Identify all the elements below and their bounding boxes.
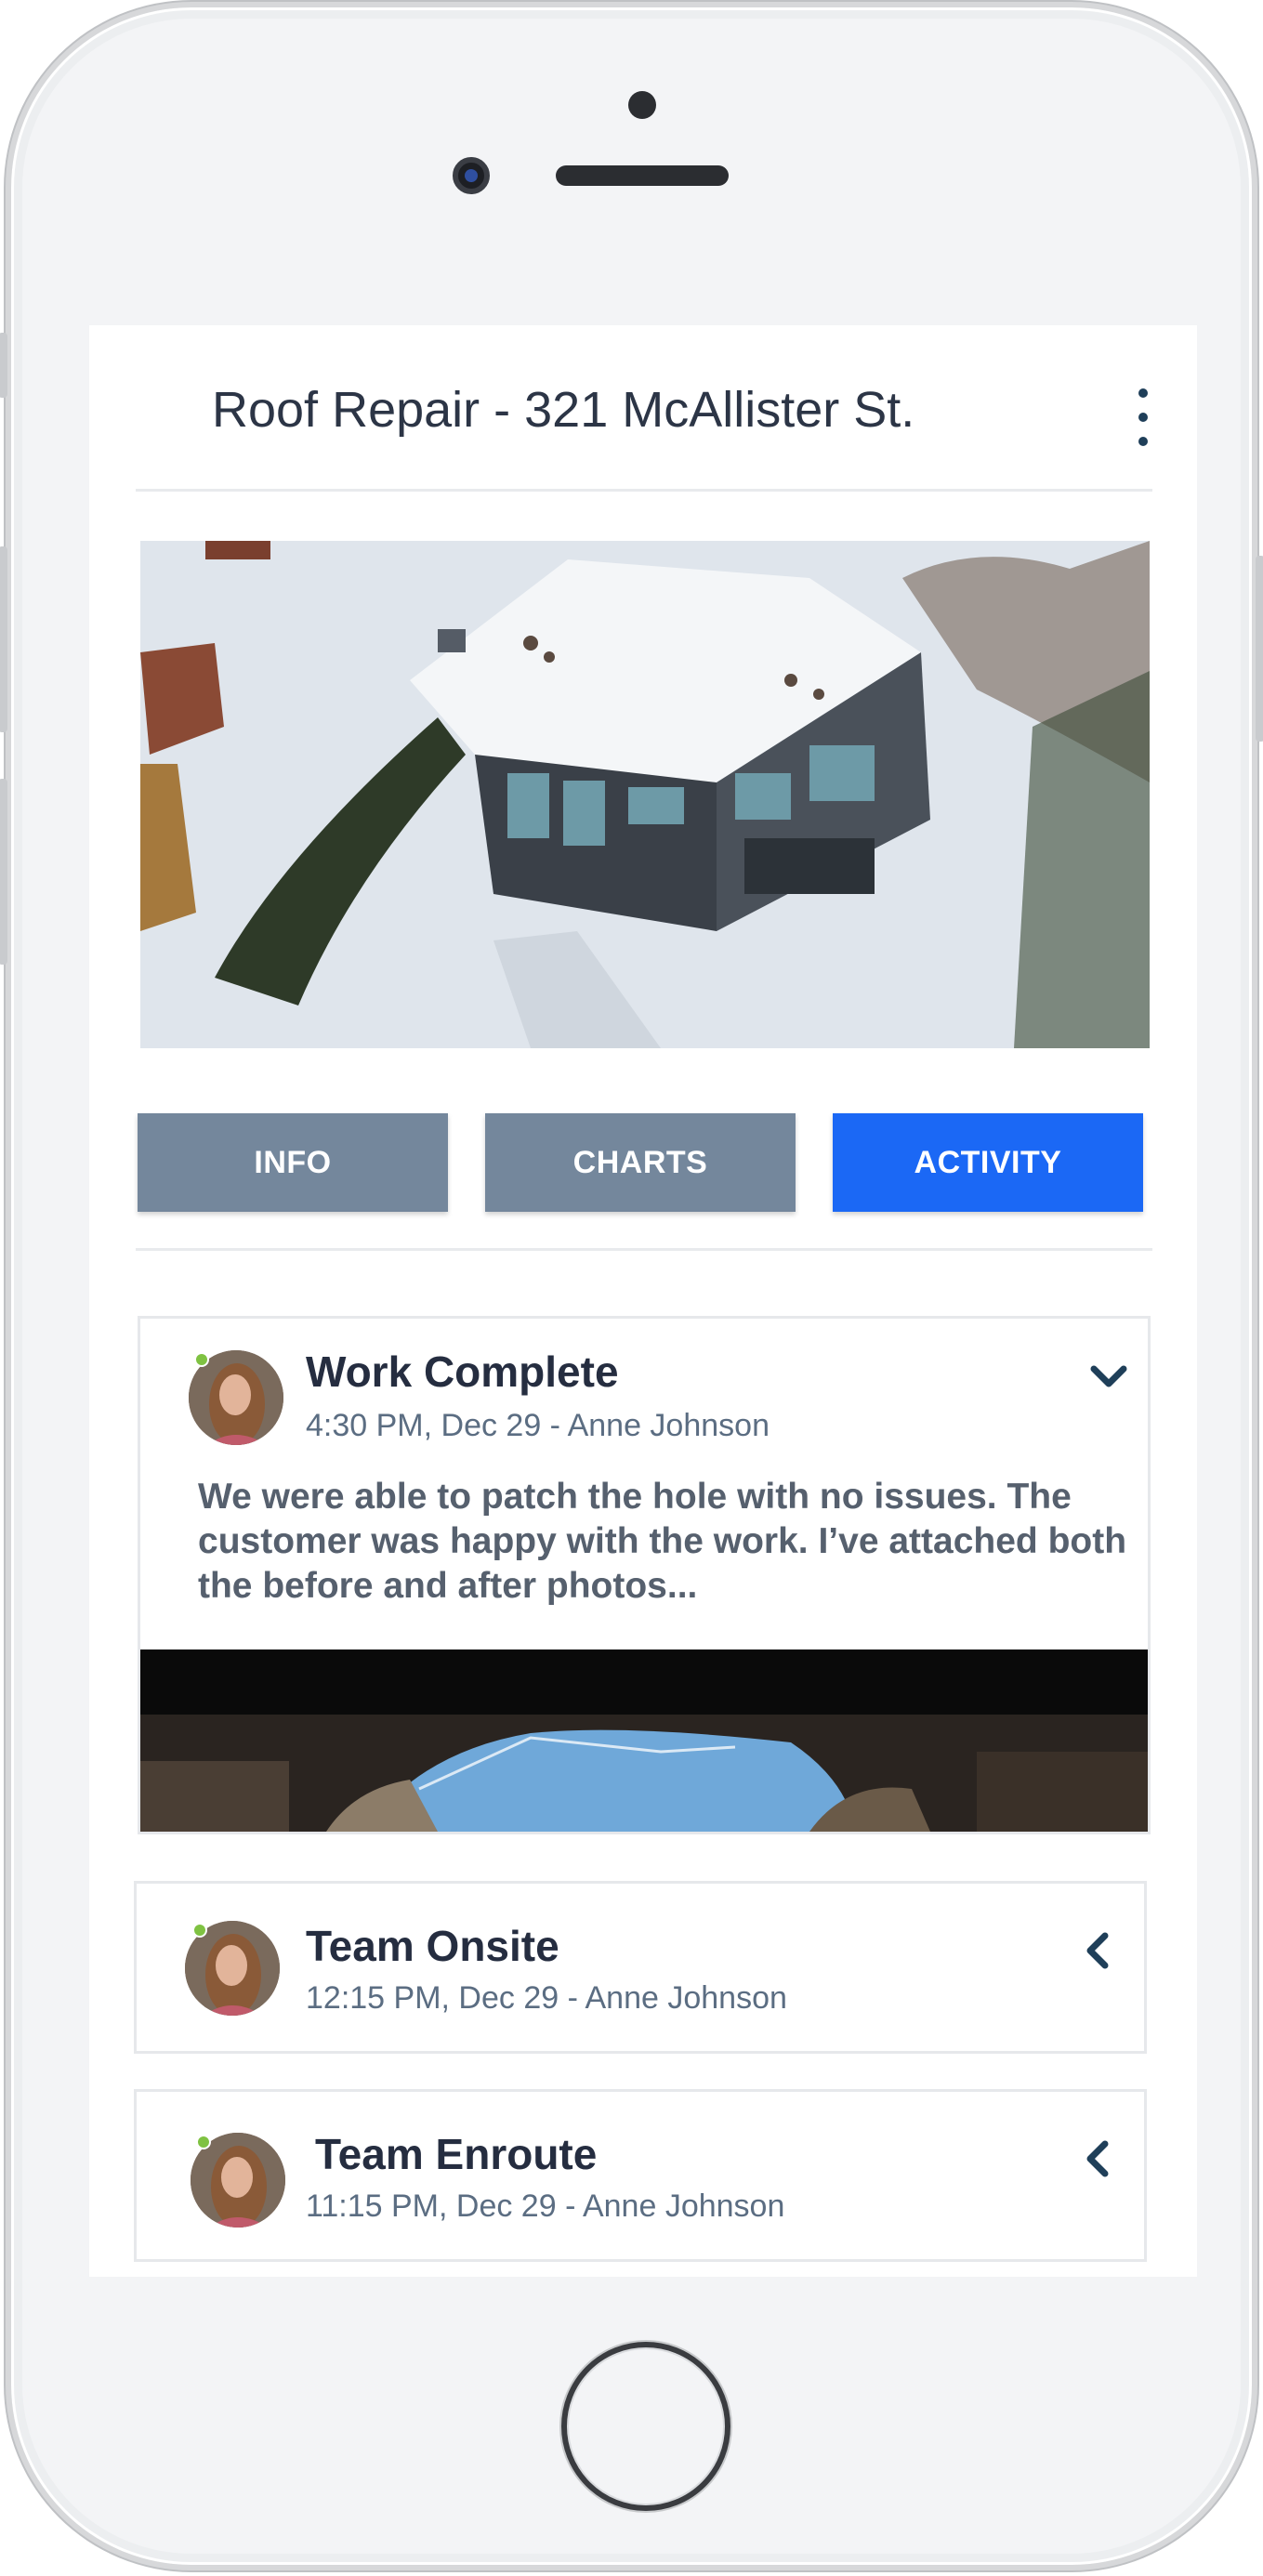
tab-bar: INFO CHARTS ACTIVITY: [138, 1113, 1154, 1212]
property-photo: [140, 541, 1150, 1048]
volume-up-button: [0, 546, 7, 732]
tab-charts[interactable]: CHARTS: [485, 1113, 796, 1212]
chevron-left-icon[interactable]: [1077, 2136, 1122, 2181]
earpiece-speaker: [556, 165, 729, 186]
tab-info[interactable]: INFO: [138, 1113, 448, 1212]
app-screen: Roof Repair - 321 McAllister St. INFO CH…: [89, 325, 1197, 2277]
snowy-house-image: [140, 541, 1150, 1048]
status-online-dot: [194, 1352, 209, 1367]
activity-title: Work Complete: [306, 1347, 619, 1396]
activity-body: We were able to patch the hole with no i…: [198, 1477, 1127, 1606]
activity-title: Team Enroute: [315, 2130, 598, 2178]
phone-frame: Roof Repair - 321 McAllister St. INFO CH…: [0, 2, 1263, 2570]
activity-meta: 11:15 PM, Dec 29 - Anne Johnson: [306, 2188, 785, 2224]
home-button[interactable]: [561, 2342, 730, 2511]
mute-switch: [0, 333, 7, 398]
tabs-divider: [136, 1248, 1152, 1251]
status-online-dot: [196, 2135, 211, 2149]
activity-meta: 12:15 PM, Dec 29 - Anne Johnson: [306, 1980, 787, 2016]
activity-card-team-onsite[interactable]: Team Onsite 12:15 PM, Dec 29 - Anne John…: [134, 1881, 1147, 2054]
tab-activity[interactable]: ACTIVITY: [833, 1113, 1143, 1212]
front-camera-icon: [453, 157, 490, 194]
roof-hole-image: [140, 1649, 1148, 1832]
status-online-dot: [192, 1923, 207, 1938]
proximity-sensor: [628, 91, 656, 119]
volume-down-button: [0, 779, 7, 965]
attached-photo[interactable]: [140, 1649, 1148, 1832]
page-title: Roof Repair - 321 McAllister St.: [212, 382, 915, 438]
more-vertical-icon[interactable]: [1134, 385, 1152, 450]
chevron-down-icon[interactable]: [1086, 1354, 1131, 1399]
power-button: [1256, 556, 1263, 742]
activity-title: Team Onsite: [306, 1922, 559, 1970]
app-header: Roof Repair - 321 McAllister St.: [89, 325, 1197, 491]
activity-meta: 4:30 PM, Dec 29 - Anne Johnson: [306, 1408, 770, 1443]
chevron-left-icon[interactable]: [1077, 1928, 1122, 1973]
header-divider: [136, 489, 1152, 492]
activity-card-team-enroute[interactable]: Team Enroute 11:15 PM, Dec 29 - Anne Joh…: [134, 2089, 1147, 2262]
activity-card-work-complete[interactable]: Work Complete 4:30 PM, Dec 29 - Anne Joh…: [138, 1316, 1151, 1834]
